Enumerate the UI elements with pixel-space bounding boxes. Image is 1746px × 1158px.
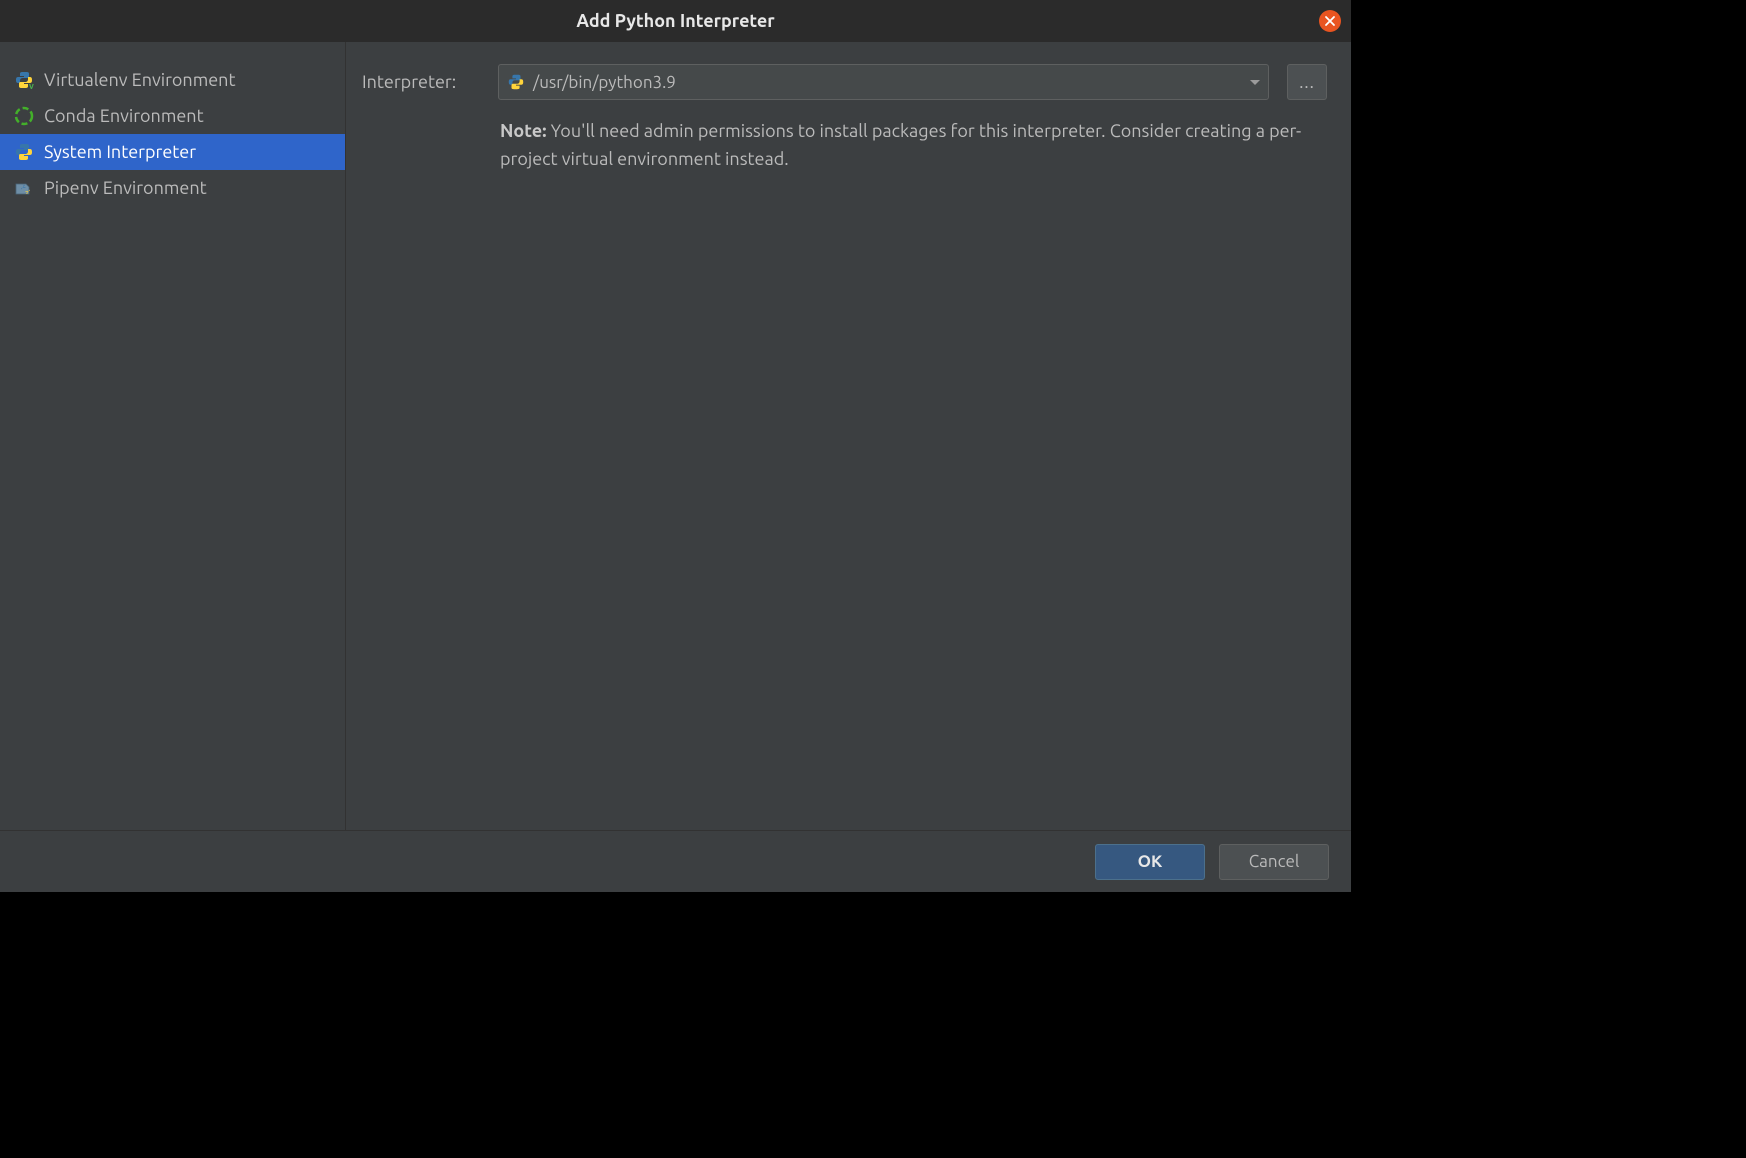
cancel-button[interactable]: Cancel <box>1219 844 1329 880</box>
ok-button[interactable]: OK <box>1095 844 1205 880</box>
sidebar-item-label: Conda Environment <box>44 106 204 126</box>
interpreter-row: Interpreter: /usr/bin/python3.9 ... <box>362 64 1327 100</box>
dialog-body: v Virtualenv Environment Conda Environme… <box>0 42 1351 830</box>
sidebar-item-pipenv[interactable]: Pipenv Environment <box>0 170 345 206</box>
close-button[interactable] <box>1319 10 1341 32</box>
note-text: Note: You'll need admin permissions to i… <box>500 118 1327 174</box>
dialog-title: Add Python Interpreter <box>576 11 774 31</box>
interpreter-label: Interpreter: <box>362 72 480 92</box>
sidebar-item-virtualenv[interactable]: v Virtualenv Environment <box>0 62 345 98</box>
python-icon <box>507 73 525 91</box>
ellipsis-icon: ... <box>1299 73 1315 92</box>
browse-button[interactable]: ... <box>1287 64 1327 100</box>
svg-text:v: v <box>29 81 34 90</box>
interpreter-value: /usr/bin/python3.9 <box>533 73 676 92</box>
chevron-down-icon <box>1250 80 1260 85</box>
conda-icon <box>14 106 34 126</box>
ok-button-label: OK <box>1138 852 1163 871</box>
sidebar-item-label: System Interpreter <box>44 142 196 162</box>
interpreter-combobox[interactable]: /usr/bin/python3.9 <box>498 64 1269 100</box>
pipenv-icon <box>14 178 34 198</box>
dialog-footer: OK Cancel <box>0 830 1351 892</box>
main-panel: Interpreter: /usr/bin/python3.9 ... <box>346 42 1351 830</box>
close-icon <box>1324 11 1336 31</box>
sidebar: v Virtualenv Environment Conda Environme… <box>0 42 346 830</box>
python-v-icon: v <box>14 70 34 90</box>
cancel-button-label: Cancel <box>1249 852 1300 871</box>
dialog-window: Add Python Interpreter v Virtualenv Envi… <box>0 0 1351 892</box>
sidebar-item-label: Pipenv Environment <box>44 178 207 198</box>
sidebar-item-conda[interactable]: Conda Environment <box>0 98 345 134</box>
python-icon <box>14 142 34 162</box>
sidebar-item-label: Virtualenv Environment <box>44 70 236 90</box>
sidebar-item-system[interactable]: System Interpreter <box>0 134 345 170</box>
titlebar: Add Python Interpreter <box>0 0 1351 42</box>
note-prefix: Note: <box>500 121 547 141</box>
note-body: You'll need admin permissions to install… <box>500 121 1301 169</box>
